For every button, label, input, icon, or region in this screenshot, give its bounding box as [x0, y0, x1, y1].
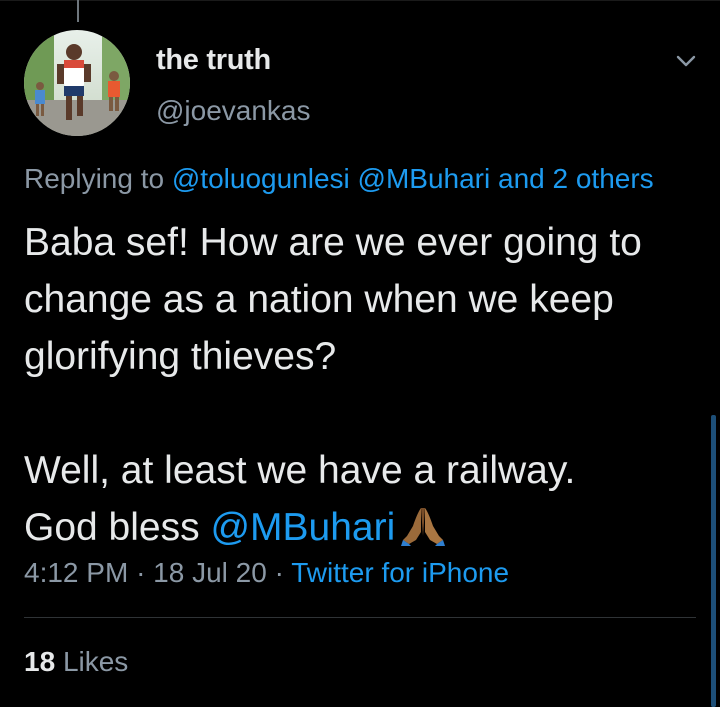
likes-label: Likes [62, 646, 129, 677]
tweet-source-link[interactable]: Twitter for iPhone [291, 557, 509, 588]
mention-link[interactable]: @MBuhari [358, 163, 491, 194]
author-handle[interactable]: @joevankas [156, 95, 311, 127]
likes-stat[interactable]: 18 Likes [24, 646, 128, 678]
tweet-time[interactable]: 4:12 PM [24, 557, 128, 588]
tweet-body: Baba sef! How are we ever going to chang… [24, 214, 704, 562]
divider [24, 617, 696, 618]
meta-separator: · [136, 557, 146, 588]
tweet-date[interactable]: 18 Jul 20 [153, 557, 267, 588]
tweet-metadata: 4:12 PM · 18 Jul 20 · Twitter for iPhone [24, 557, 509, 589]
scrollbar[interactable] [711, 415, 716, 707]
avatar-photo-icon [24, 30, 130, 136]
reply-prefix: Replying to [24, 163, 165, 194]
mention-link[interactable]: @toluogunlesi [172, 163, 350, 194]
likes-count: 18 [24, 646, 56, 677]
tweet-paragraph: Baba sef! How are we ever going to chang… [24, 221, 642, 378]
tweet-line: Well, at least we have a railway. [24, 449, 576, 492]
folded-hands-icon [401, 505, 446, 562]
chevron-down-icon[interactable] [673, 48, 699, 74]
tweet-paragraph: Well, at least we have a railway. God bl… [24, 442, 704, 562]
thread-connector-line [77, 0, 79, 22]
and-others-link[interactable]: and 2 others [498, 163, 654, 194]
tweet-line: God bless [24, 506, 200, 549]
top-border [0, 0, 720, 1]
reply-context: Replying to @toluogunlesi @MBuhari and 2… [24, 163, 654, 195]
meta-separator: · [274, 557, 284, 588]
mention-link[interactable]: @MBuhari [210, 506, 395, 549]
author-display-name[interactable]: the truth [156, 44, 271, 77]
avatar[interactable] [24, 30, 130, 136]
